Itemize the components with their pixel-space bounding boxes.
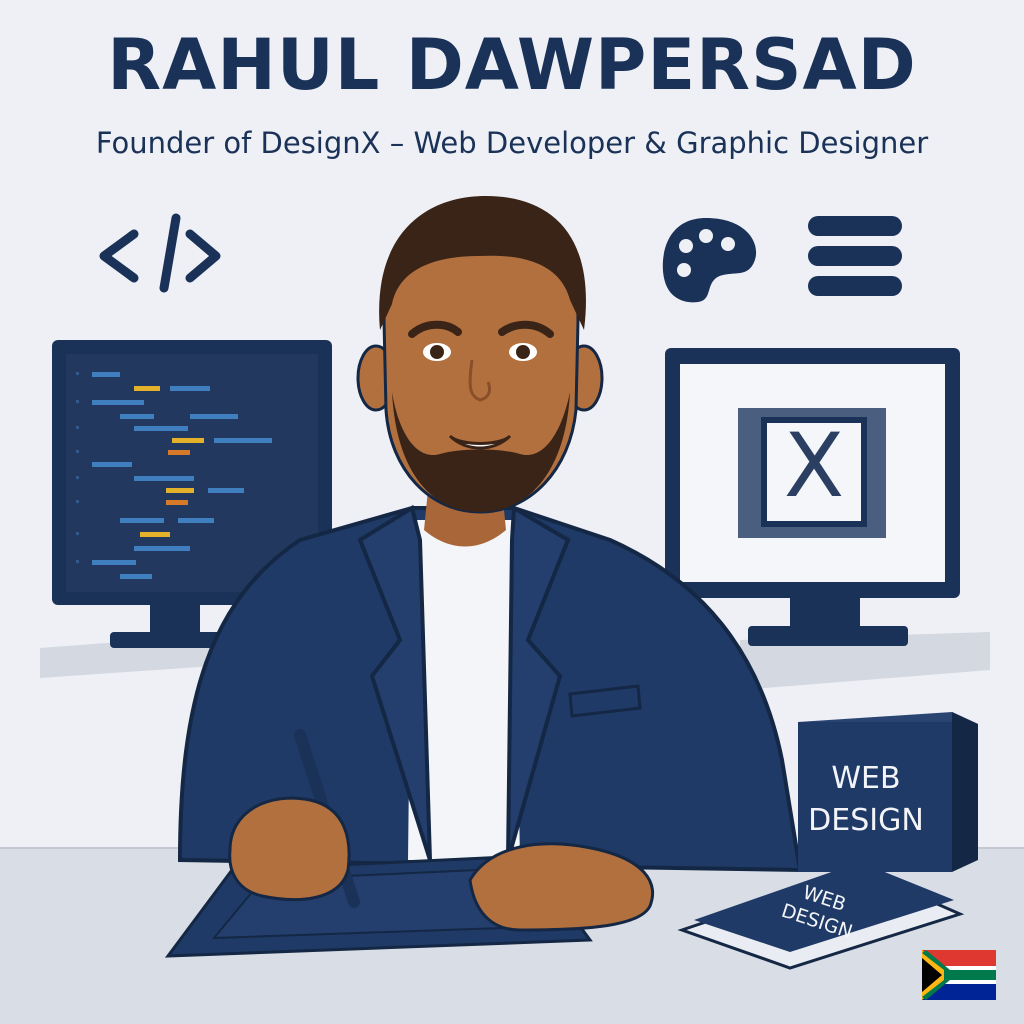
palette-icon xyxy=(662,218,757,303)
code-icon xyxy=(99,213,221,293)
south-africa-flag-icon xyxy=(922,950,996,1000)
tagline: Founder of DesignX – Web Developer & Gra… xyxy=(95,126,929,160)
person-name-heading: RAHUL DAWPERSAD xyxy=(107,24,917,106)
designx-logo-letter: X xyxy=(784,414,844,517)
portrait-illustration: X WEB DESIGN WEB DESIGN RAHUL DAWPERSAD … xyxy=(0,0,1024,1024)
box-label-line1: WEB xyxy=(831,761,900,796)
web-design-box: WEB DESIGN xyxy=(798,712,978,872)
logo-monitor: X xyxy=(665,348,960,646)
box-label-line2: DESIGN xyxy=(808,803,924,838)
menu-icon xyxy=(808,216,902,296)
